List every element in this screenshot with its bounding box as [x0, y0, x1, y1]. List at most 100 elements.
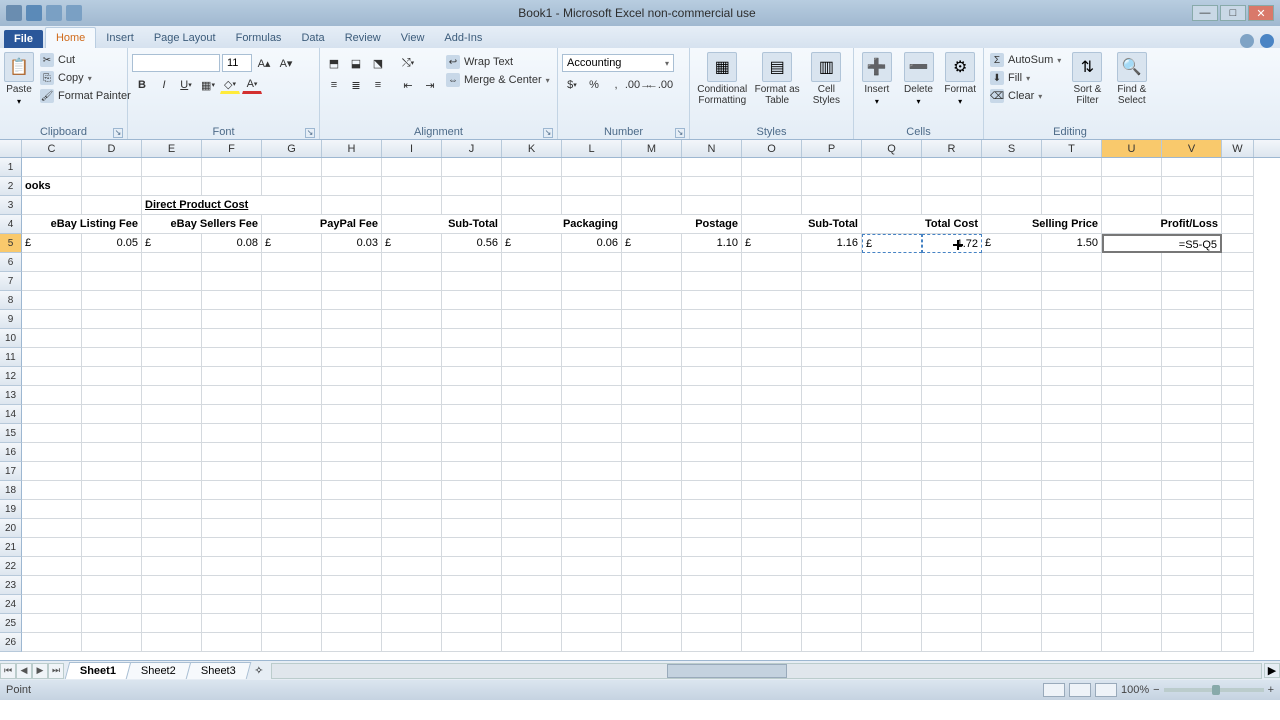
cell-L25[interactable]: [562, 614, 622, 633]
cell-S22[interactable]: [982, 557, 1042, 576]
cell-Q13[interactable]: [862, 386, 922, 405]
cell-C9[interactable]: [22, 310, 82, 329]
cell-Q17[interactable]: [862, 462, 922, 481]
cell-R17[interactable]: [922, 462, 982, 481]
column-header-U[interactable]: U: [1102, 140, 1162, 157]
cell-U1[interactable]: [1102, 158, 1162, 177]
cell-I13[interactable]: [382, 386, 442, 405]
cell-E13[interactable]: [142, 386, 202, 405]
cell-Q24[interactable]: [862, 595, 922, 614]
cell-J10[interactable]: [442, 329, 502, 348]
cell-O26[interactable]: [742, 633, 802, 652]
cell-C21[interactable]: [22, 538, 82, 557]
cell-G16[interactable]: [262, 443, 322, 462]
increase-indent-button[interactable]: ⇥: [420, 76, 440, 94]
accounting-format-button[interactable]: $▾: [562, 76, 582, 94]
cell-N3[interactable]: [682, 196, 742, 215]
cell-C26[interactable]: [22, 633, 82, 652]
row-header-13[interactable]: 13: [0, 386, 22, 405]
cell-P16[interactable]: [802, 443, 862, 462]
cell-W6[interactable]: [1222, 253, 1254, 272]
cell-W4[interactable]: [1222, 215, 1254, 234]
cell-C2[interactable]: ooks: [22, 177, 82, 196]
cell-M24[interactable]: [622, 595, 682, 614]
undo-icon[interactable]: [46, 5, 62, 21]
cell-O15[interactable]: [742, 424, 802, 443]
cell-N7[interactable]: [682, 272, 742, 291]
merge-center-button[interactable]: ⇔Merge & Center▾: [444, 72, 552, 88]
cell-N25[interactable]: [682, 614, 742, 633]
cell-U4[interactable]: Profit/Loss: [1102, 215, 1222, 234]
cell-L5[interactable]: 0.06: [562, 234, 622, 253]
cell-R15[interactable]: [922, 424, 982, 443]
cell-H26[interactable]: [322, 633, 382, 652]
cell-R16[interactable]: [922, 443, 982, 462]
cell-J14[interactable]: [442, 405, 502, 424]
cell-F25[interactable]: [202, 614, 262, 633]
number-format-combo[interactable]: Accounting▾: [562, 54, 674, 72]
cell-G20[interactable]: [262, 519, 322, 538]
cell-Q11[interactable]: [862, 348, 922, 367]
cell-Q23[interactable]: [862, 576, 922, 595]
cell-L9[interactable]: [562, 310, 622, 329]
cell-C24[interactable]: [22, 595, 82, 614]
column-header-Q[interactable]: Q: [862, 140, 922, 157]
cell-V12[interactable]: [1162, 367, 1222, 386]
cell-C18[interactable]: [22, 481, 82, 500]
cell-E3[interactable]: Direct Product Cost: [142, 196, 322, 215]
cell-N23[interactable]: [682, 576, 742, 595]
cell-W2[interactable]: [1222, 177, 1254, 196]
cell-G11[interactable]: [262, 348, 322, 367]
cell-U6[interactable]: [1102, 253, 1162, 272]
row-header-2[interactable]: 2: [0, 177, 22, 196]
cell-O20[interactable]: [742, 519, 802, 538]
row-header-9[interactable]: 9: [0, 310, 22, 329]
column-header-L[interactable]: L: [562, 140, 622, 157]
column-header-J[interactable]: J: [442, 140, 502, 157]
cell-M6[interactable]: [622, 253, 682, 272]
cell-L6[interactable]: [562, 253, 622, 272]
normal-view-button[interactable]: [1043, 683, 1065, 697]
format-painter-button[interactable]: 🖌Format Painter: [38, 88, 133, 104]
column-header-M[interactable]: M: [622, 140, 682, 157]
cell-E14[interactable]: [142, 405, 202, 424]
conditional-formatting-button[interactable]: ▦Conditional Formatting: [694, 50, 751, 106]
cell-L1[interactable]: [562, 158, 622, 177]
tab-data[interactable]: Data: [291, 28, 334, 48]
cell-V17[interactable]: [1162, 462, 1222, 481]
cell-C4[interactable]: eBay Listing Fee: [22, 215, 142, 234]
cell-H16[interactable]: [322, 443, 382, 462]
cell-J15[interactable]: [442, 424, 502, 443]
cell-F16[interactable]: [202, 443, 262, 462]
cell-T10[interactable]: [1042, 329, 1102, 348]
cell-M16[interactable]: [622, 443, 682, 462]
cell-N5[interactable]: 1.10: [682, 234, 742, 253]
cell-M21[interactable]: [622, 538, 682, 557]
align-middle-button[interactable]: ⬓: [346, 54, 366, 72]
cell-K7[interactable]: [502, 272, 562, 291]
sort-filter-button[interactable]: ⇅Sort & Filter: [1067, 50, 1107, 106]
cell-O16[interactable]: [742, 443, 802, 462]
cell-U22[interactable]: [1102, 557, 1162, 576]
cell-I26[interactable]: [382, 633, 442, 652]
cell-D8[interactable]: [82, 291, 142, 310]
cell-O5[interactable]: £: [742, 234, 802, 253]
redo-icon[interactable]: [66, 5, 82, 21]
tab-formulas[interactable]: Formulas: [226, 28, 292, 48]
cell-E15[interactable]: [142, 424, 202, 443]
cell-G9[interactable]: [262, 310, 322, 329]
cell-P17[interactable]: [802, 462, 862, 481]
cell-D18[interactable]: [82, 481, 142, 500]
cell-R2[interactable]: [922, 177, 982, 196]
cell-T12[interactable]: [1042, 367, 1102, 386]
cell-D7[interactable]: [82, 272, 142, 291]
cell-D20[interactable]: [82, 519, 142, 538]
cell-I11[interactable]: [382, 348, 442, 367]
align-top-button[interactable]: ⬒: [324, 54, 344, 72]
cell-G4[interactable]: PayPal Fee: [262, 215, 382, 234]
cell-H5[interactable]: 0.03: [322, 234, 382, 253]
row-header-14[interactable]: 14: [0, 405, 22, 424]
cell-M18[interactable]: [622, 481, 682, 500]
cell-W21[interactable]: [1222, 538, 1254, 557]
cell-R9[interactable]: [922, 310, 982, 329]
